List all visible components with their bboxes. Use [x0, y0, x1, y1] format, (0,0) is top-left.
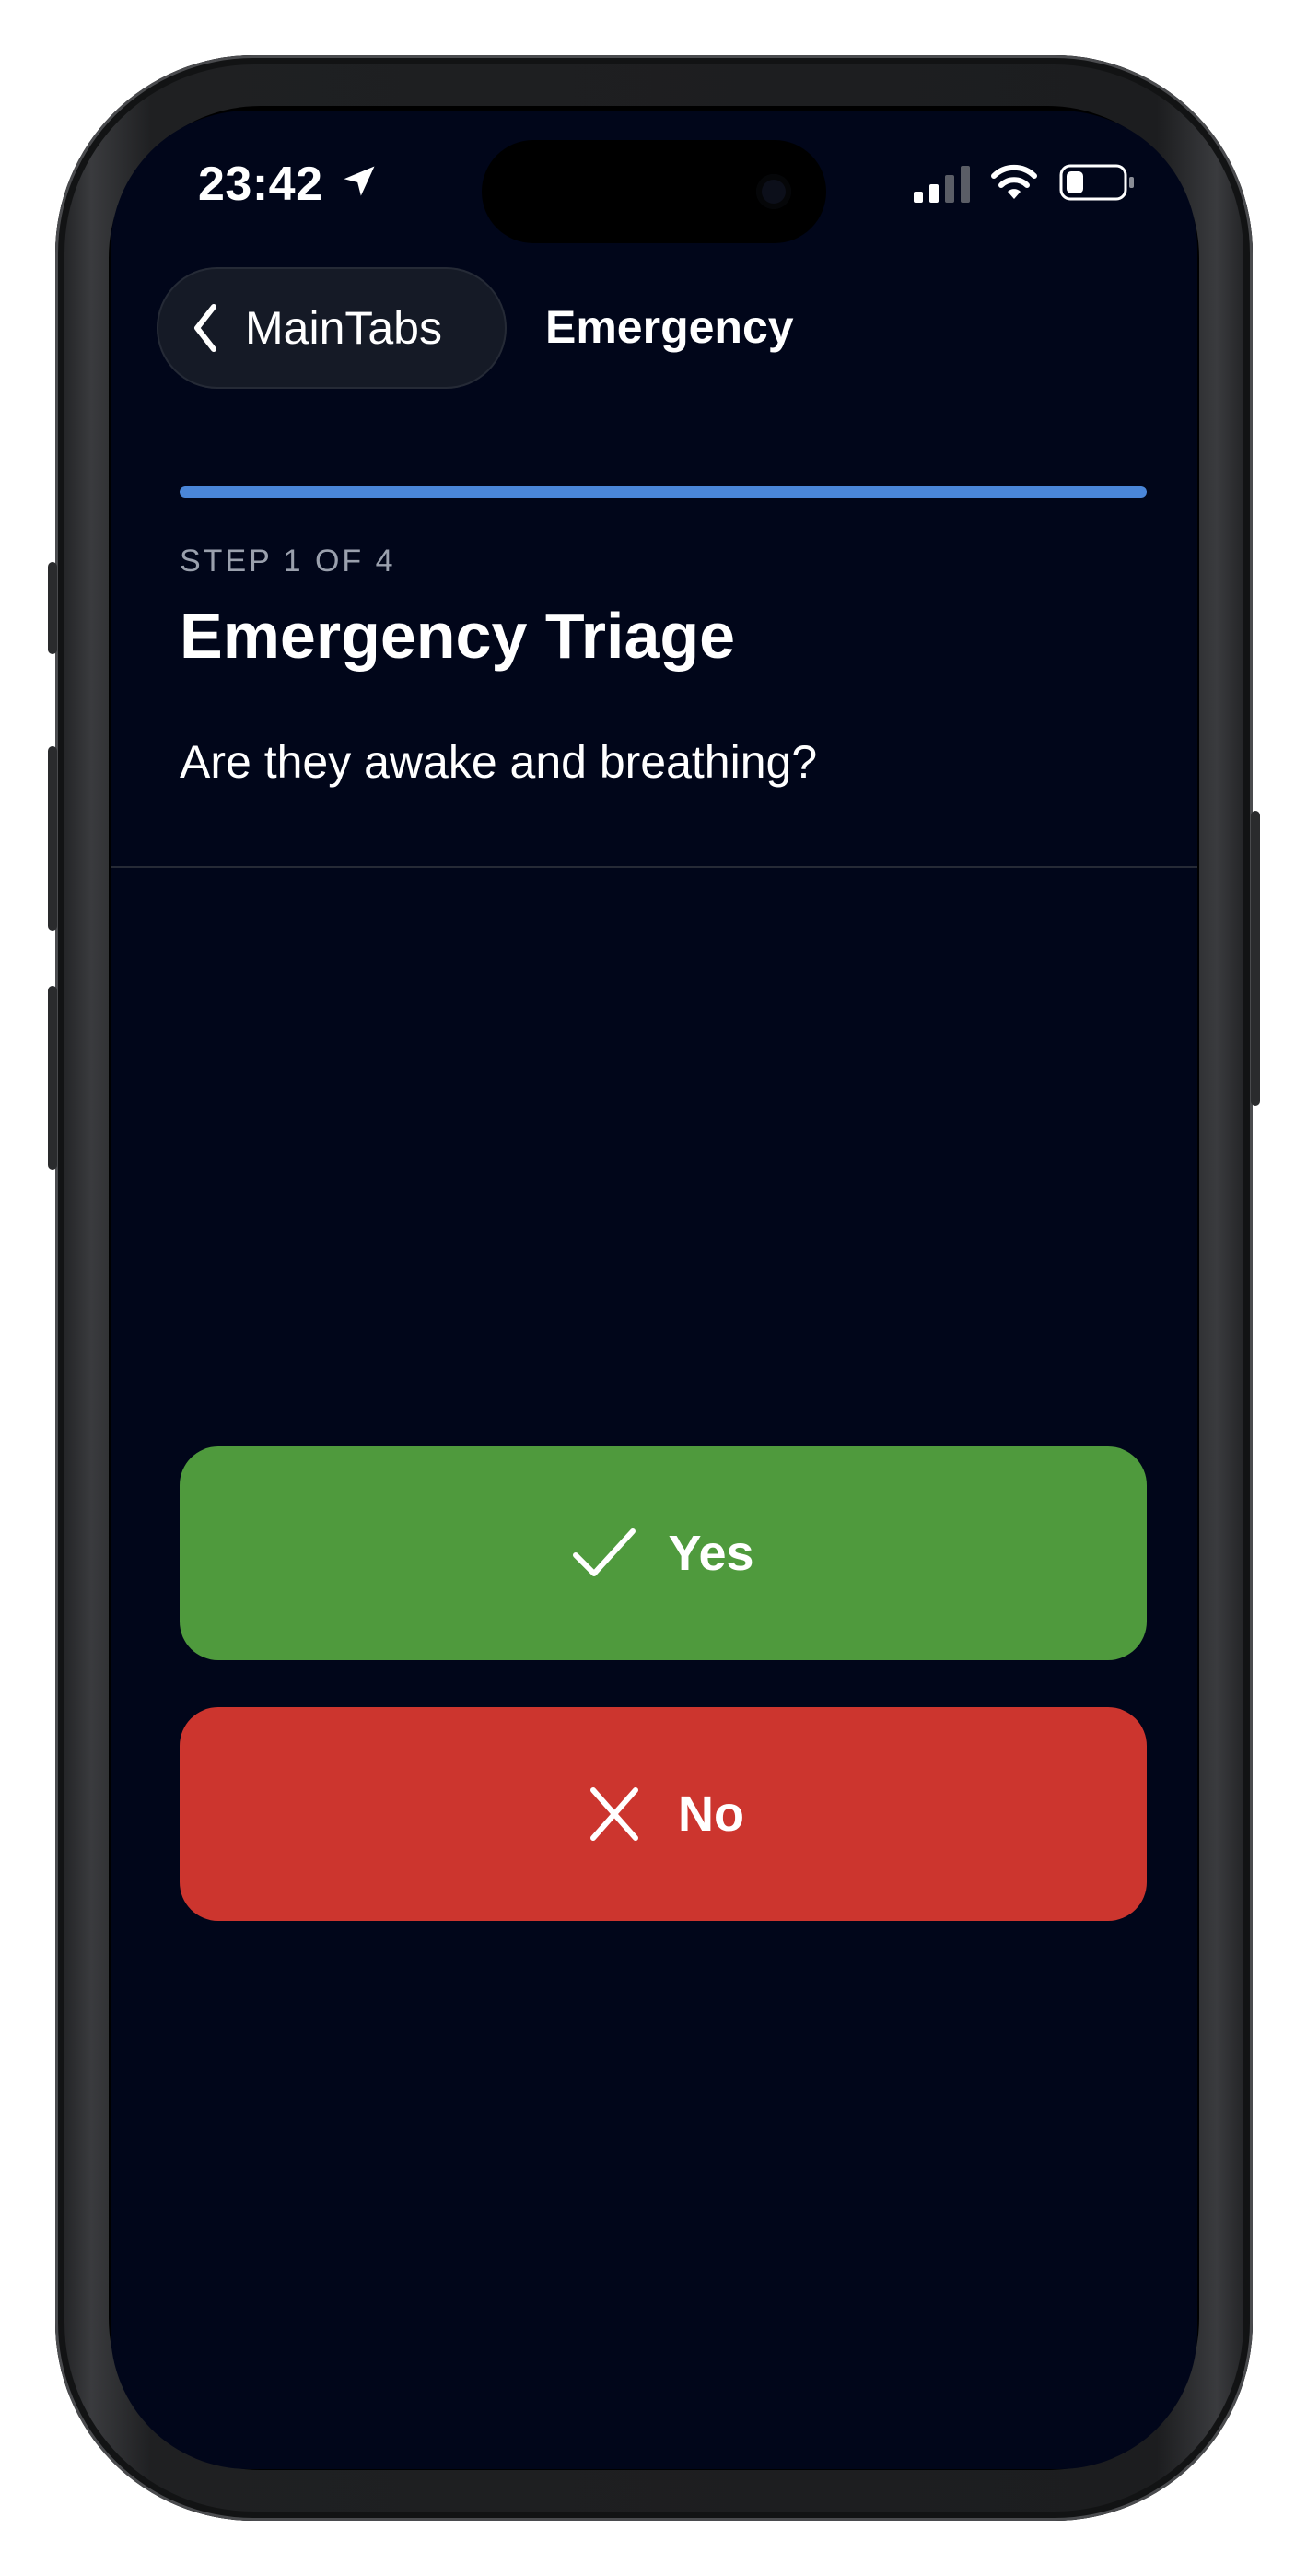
page-title: Emergency Triage [180, 600, 736, 672]
action-button [48, 562, 57, 654]
divider [111, 866, 1197, 868]
x-mark-icon [590, 1787, 638, 1841]
wifi-icon [991, 164, 1037, 199]
back-button-label: MainTabs [245, 302, 442, 354]
progress-bar [180, 486, 1147, 498]
yes-button[interactable]: Yes [180, 1446, 1147, 1660]
question-text: Are they awake and breathing? [180, 736, 818, 788]
back-button[interactable]: MainTabs [157, 267, 507, 389]
front-camera [756, 174, 791, 209]
yes-button-label: Yes [668, 1526, 754, 1581]
status-time: 23:42 [198, 158, 323, 211]
chevron-left-icon [194, 304, 216, 352]
navigation-bar: MainTabs Emergency [111, 267, 1197, 396]
dynamic-island [482, 140, 826, 243]
no-button[interactable]: No [180, 1707, 1147, 1921]
progress-fill [180, 486, 1147, 498]
nav-title: Emergency [545, 301, 794, 353]
app-screen: 23:42 MainTabs Emergency STEP 1 OF 4 Eme… [111, 111, 1197, 2469]
volume-up-button [48, 746, 57, 931]
signal-icon [914, 166, 970, 203]
battery-icon [1059, 164, 1134, 201]
no-button-label: No [678, 1786, 744, 1842]
location-arrow-icon [344, 166, 375, 196]
volume-down-button [48, 986, 57, 1170]
step-label: STEP 1 OF 4 [180, 544, 396, 579]
status-bar: 23:42 [111, 111, 1197, 258]
checkmark-icon [573, 1528, 636, 1576]
power-button [1251, 811, 1260, 1106]
